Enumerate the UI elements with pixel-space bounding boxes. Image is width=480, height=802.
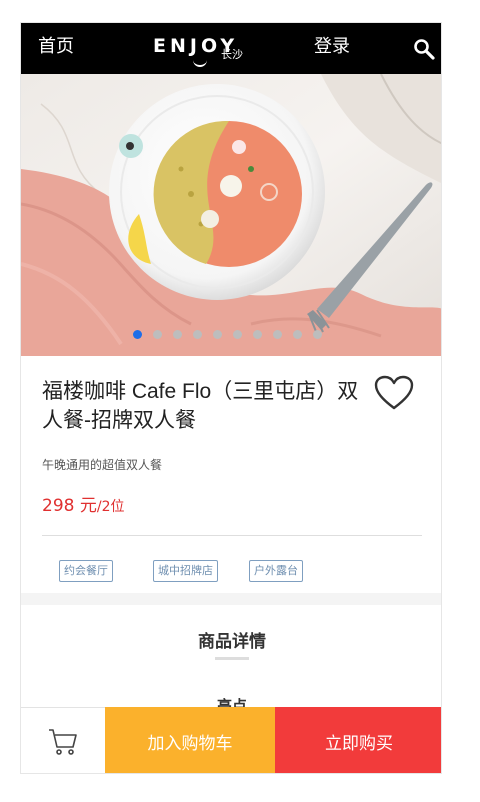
logo-city-label: 长沙: [221, 48, 243, 61]
carousel-dot[interactable]: [313, 330, 322, 339]
carousel-dot[interactable]: [213, 330, 222, 339]
heart-icon[interactable]: [374, 375, 414, 411]
product-subtitle: 午晚通用的超值双人餐: [42, 458, 163, 472]
bottom-action-bar: 加入购物车 立即购买: [21, 707, 441, 773]
nav-home-link[interactable]: 首页: [38, 35, 74, 59]
section-title-underline: [215, 657, 249, 660]
cart-button[interactable]: [21, 707, 105, 773]
login-link[interactable]: 登录: [314, 35, 350, 59]
cart-icon: [49, 728, 77, 755]
tag[interactable]: 约会餐厅: [59, 560, 113, 582]
add-to-cart-button[interactable]: 加入购物车: [105, 707, 275, 773]
divider: [42, 535, 422, 536]
carousel-dot[interactable]: [233, 330, 242, 339]
details-section-title: 商品详情: [198, 632, 266, 652]
top-nav-bar: 首页 ENJOY 长沙 登录: [21, 23, 441, 74]
logo-smile-mark: [193, 60, 207, 67]
price-amount: 298 元: [42, 496, 97, 516]
carousel-dot[interactable]: [293, 330, 302, 339]
product-title: 福楼咖啡 Cafe Flo（三里屯店）双人餐-招牌双人餐: [42, 380, 359, 432]
tag[interactable]: 城中招牌店: [153, 560, 218, 582]
product-price: 298 元/2位: [42, 491, 124, 516]
price-unit: /2位: [96, 499, 125, 515]
product-tags: 约会餐厅 城中招牌店 户外露台: [59, 560, 439, 584]
carousel-dot[interactable]: [133, 330, 142, 339]
product-image-carousel[interactable]: [21, 74, 441, 356]
carousel-dot[interactable]: [273, 330, 282, 339]
enjoy-logo[interactable]: ENJOY 长沙: [153, 33, 263, 67]
section-separator: [21, 593, 441, 605]
food-photo: [21, 74, 441, 356]
carousel-dot[interactable]: [193, 330, 202, 339]
carousel-indicators: [133, 330, 322, 339]
tag[interactable]: 户外露台: [249, 560, 303, 582]
carousel-dot[interactable]: [253, 330, 262, 339]
buy-now-button[interactable]: 立即购买: [275, 707, 441, 773]
carousel-dot[interactable]: [173, 330, 182, 339]
carousel-dot[interactable]: [153, 330, 162, 339]
search-icon[interactable]: [413, 38, 435, 60]
app-screen: 首页 ENJOY 长沙 登录 福楼咖啡 Cafe Flo（三里屯店）双人餐-招牌…: [20, 22, 442, 774]
